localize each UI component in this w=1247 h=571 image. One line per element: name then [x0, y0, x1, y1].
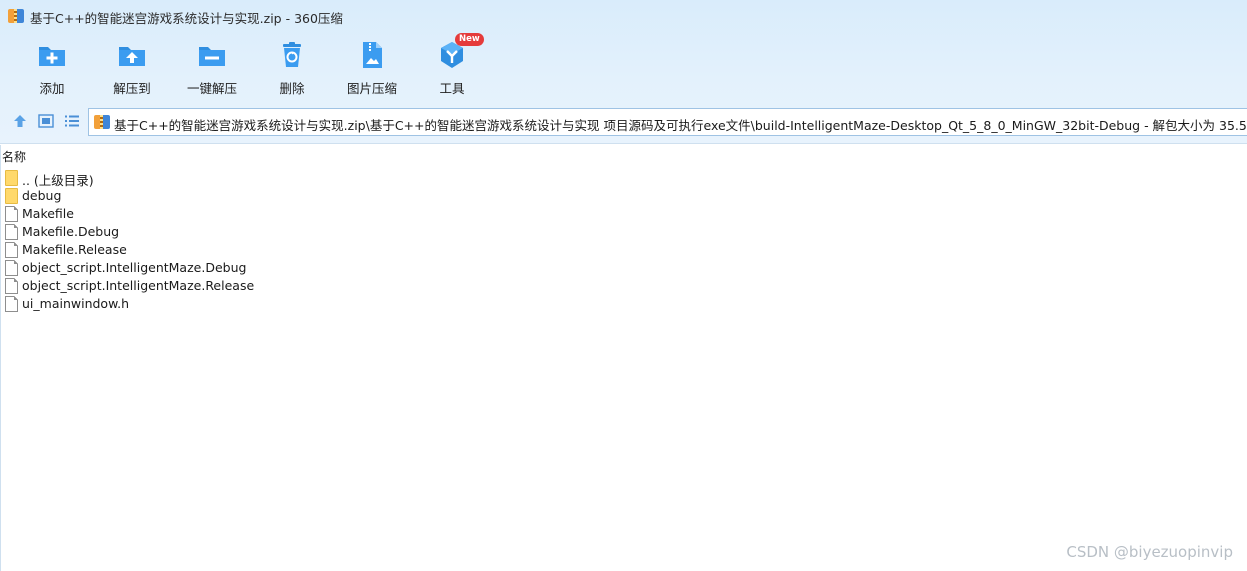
file-icon [5, 242, 18, 258]
list-item[interactable]: Makefile [5, 205, 405, 223]
file-icon [5, 278, 18, 294]
top-chrome: 基于C++的智能迷宫游戏系统设计与实现.zip - 360压缩 添加 解压到 一… [0, 0, 1247, 144]
extract-to-label: 解压到 [113, 81, 151, 96]
folder-icon [5, 170, 18, 186]
image-compress-button[interactable]: 图片压缩 [332, 36, 412, 98]
window-title: 基于C++的智能迷宫游戏系统设计与实现.zip - 360压缩 [30, 11, 343, 26]
list-item-label: Makefile.Release [22, 242, 127, 257]
archive-icon [94, 115, 110, 129]
address-path: 基于C++的智能迷宫游戏系统设计与实现.zip\基于C++的智能迷宫游戏系统设计… [114, 118, 1247, 133]
add-folder-icon [39, 47, 65, 66]
extract-to-icon [119, 47, 145, 66]
up-level-icon[interactable] [11, 112, 29, 130]
archive-app-icon [8, 9, 24, 23]
list-item[interactable]: ui_mainwindow.h [5, 295, 405, 313]
list-item[interactable]: debug [5, 187, 405, 205]
tools-button[interactable]: New 工具 [412, 33, 492, 98]
image-compress-label: 图片压缩 [346, 81, 397, 96]
file-icon [5, 206, 18, 222]
list-item-label: Makefile.Debug [22, 224, 120, 239]
extract-to-button[interactable]: 解压到 [92, 36, 172, 98]
list-view-icon[interactable] [63, 112, 81, 130]
one-click-extract-button[interactable]: 一键解压 [172, 36, 252, 98]
delete-icon [283, 42, 301, 67]
list-item-label: debug [22, 188, 62, 203]
address-bar[interactable]: 基于C++的智能迷宫游戏系统设计与实现.zip\基于C++的智能迷宫游戏系统设计… [88, 108, 1247, 136]
file-icon [5, 260, 18, 276]
list-item-label: ui_mainwindow.h [22, 296, 130, 311]
list-item[interactable]: Makefile.Debug [5, 223, 405, 241]
delete-label: 删除 [279, 81, 305, 96]
list-item[interactable]: Makefile.Release [5, 241, 405, 259]
list-item[interactable]: object_script.IntelligentMaze.Debug [5, 259, 405, 277]
thumbnail-view-icon[interactable] [37, 112, 55, 130]
list-item-label: object_script.IntelligentMaze.Release [22, 278, 255, 293]
list-item-parent-directory[interactable]: .. (上级目录) [5, 169, 405, 188]
tools-label: 工具 [439, 81, 465, 96]
folder-icon [5, 188, 18, 204]
add-label: 添加 [39, 81, 65, 96]
toolbar: 添加 解压到 一键解压 删除 图片压缩 New 工具 [0, 33, 1247, 98]
file-icon [5, 224, 18, 240]
file-icon [5, 296, 18, 312]
add-button[interactable]: 添加 [12, 36, 92, 98]
title-bar: 基于C++的智能迷宫游戏系统设计与实现.zip - 360压缩 [0, 0, 1247, 32]
column-header-name[interactable]: 名称 [2, 148, 26, 165]
navigation-row: 基于C++的智能迷宫游戏系统设计与实现.zip\基于C++的智能迷宫游戏系统设计… [0, 108, 1247, 136]
new-badge: New [455, 33, 484, 46]
watermark: CSDN @biyezuopinvip [1066, 543, 1233, 561]
list-item-label: object_script.IntelligentMaze.Debug [22, 260, 247, 275]
delete-button[interactable]: 删除 [252, 36, 332, 98]
file-list: 名称 .. (上级目录) debug Makefile Makefile.Deb… [0, 145, 1247, 571]
list-item-label: Makefile [22, 206, 74, 221]
one-click-extract-label: 一键解压 [186, 81, 237, 96]
image-compress-icon [363, 42, 382, 68]
list-item[interactable]: object_script.IntelligentMaze.Release [5, 277, 405, 295]
one-click-extract-icon [199, 47, 225, 66]
